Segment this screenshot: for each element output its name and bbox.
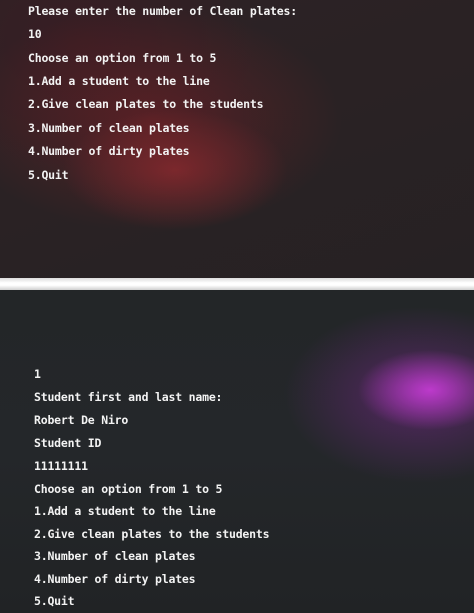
menu-option-give: 2.Give clean plates to the students: [28, 97, 264, 111]
menu-option-dirty: 4.Number of dirty plates: [34, 572, 196, 586]
input-menu-choice: 1: [34, 367, 41, 381]
prompt-clean-plates: Please enter the number of Clean plates:: [28, 4, 297, 18]
input-clean-plates: 10: [28, 27, 42, 41]
prompt-student-id: Student ID: [34, 436, 102, 450]
input-student-id: 11111111: [34, 459, 88, 473]
menu-option-quit: 5.Quit: [28, 168, 69, 182]
console-output-bottom: 1 Student first and last name: Robert De…: [0, 290, 474, 613]
screen-divider: [0, 278, 474, 290]
menu-option-give: 2.Give clean plates to the students: [34, 527, 270, 541]
menu-option-add: 1.Add a student to the line: [34, 504, 216, 518]
console-output-top: Please enter the number of Clean plates:…: [0, 0, 474, 278]
menu-prompt: Choose an option from 1 to 5: [34, 482, 223, 496]
prompt-student-name: Student first and last name:: [34, 390, 223, 404]
menu-prompt: Choose an option from 1 to 5: [28, 51, 217, 65]
photo-of-terminal-screens: Please enter the number of Clean plates:…: [0, 0, 474, 613]
menu-option-quit: 5.Quit: [34, 594, 75, 608]
menu-option-add: 1.Add a student to the line: [28, 74, 210, 88]
menu-option-clean: 3.Number of clean plates: [28, 121, 190, 135]
input-student-name: Robert De Niro: [34, 413, 129, 427]
menu-option-clean: 3.Number of clean plates: [34, 549, 196, 563]
menu-option-dirty: 4.Number of dirty plates: [28, 144, 190, 158]
